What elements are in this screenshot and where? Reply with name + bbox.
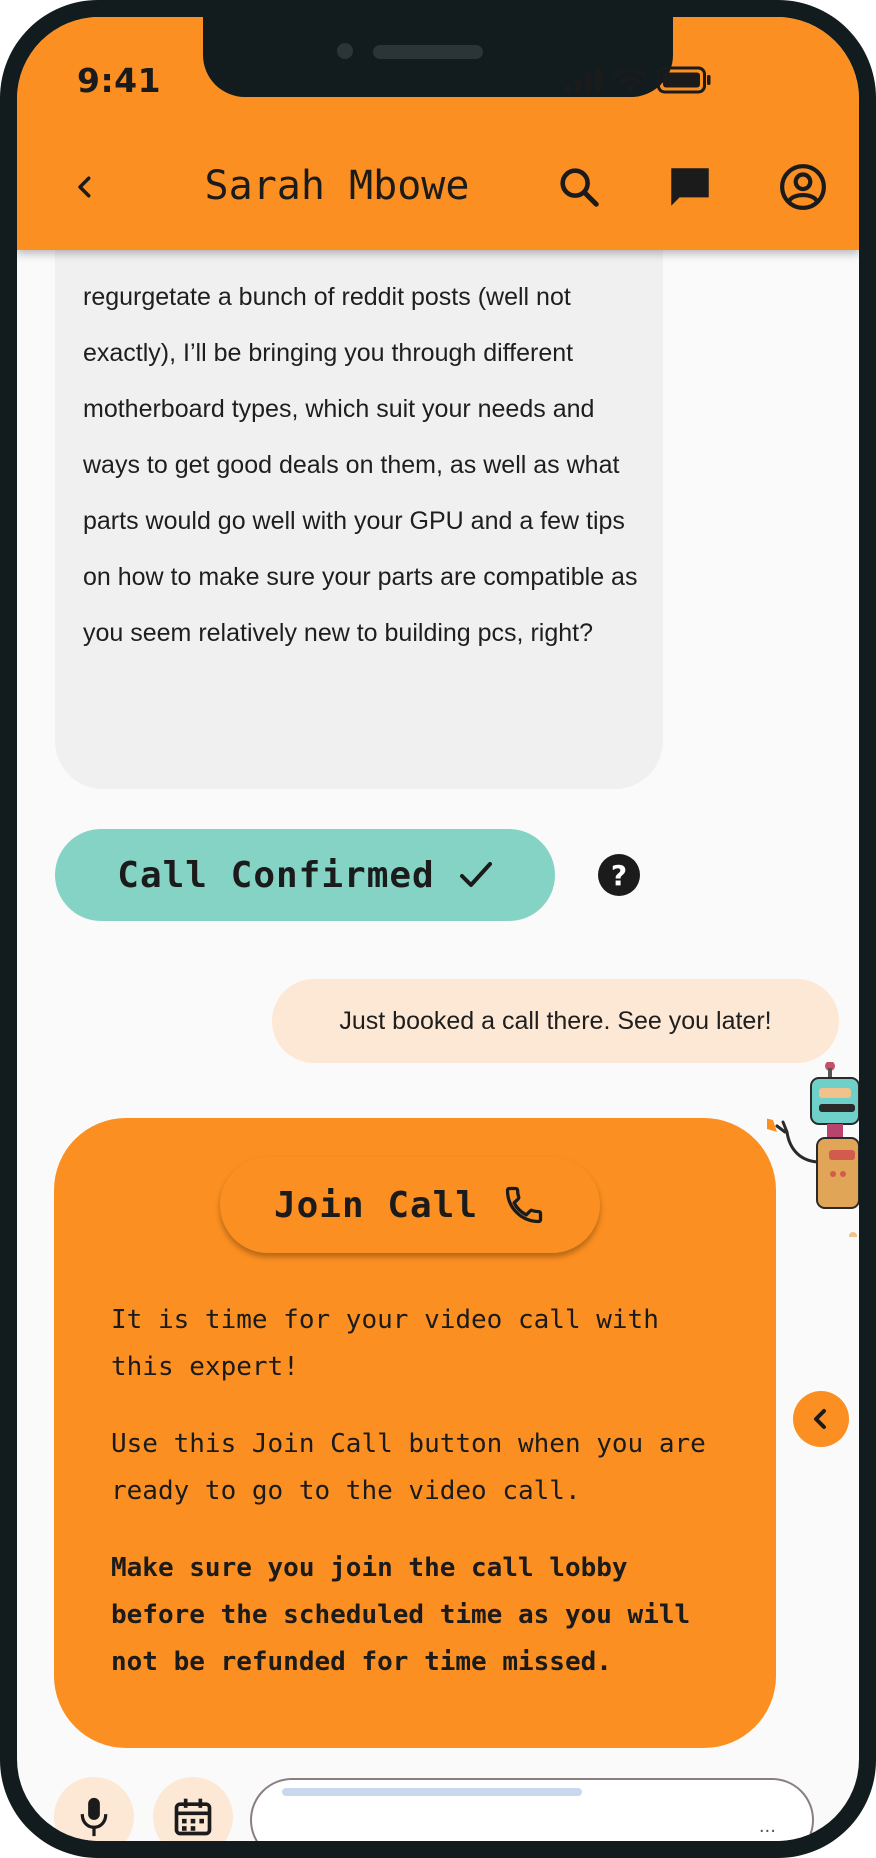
account-circle-icon	[780, 164, 826, 210]
speaker-grille	[373, 45, 483, 59]
message-input[interactable]: ...	[250, 1778, 814, 1841]
svg-text:?: ?	[611, 859, 627, 892]
front-camera	[337, 43, 353, 59]
screen: regurgetate a bunch of reddit posts (wel…	[17, 17, 859, 1841]
side-panel-toggle[interactable]	[793, 1391, 849, 1447]
search-icon	[560, 168, 599, 207]
chevron-left-icon	[814, 1409, 826, 1429]
phone-icon	[505, 1186, 543, 1224]
robot-illustration	[767, 1062, 859, 1237]
status-time: 9:41	[77, 61, 162, 100]
call-card-paragraph-3: Make sure you join the call lobby before…	[111, 1553, 691, 1677]
chat-bubble-icon	[671, 168, 709, 206]
chevron-left-icon	[78, 176, 91, 198]
app-header: 9:41 Sarah Mbowe	[17, 17, 859, 250]
profile-button[interactable]	[773, 157, 833, 217]
calendar-icon	[174, 1798, 212, 1836]
help-icon[interactable]: ?	[597, 853, 641, 897]
battery-icon	[657, 66, 711, 94]
phone-frame: regurgetate a bunch of reddit posts (wel…	[0, 0, 876, 1858]
call-confirmed-badge: Call Confirmed	[55, 829, 555, 921]
outgoing-message-bubble: Just booked a call there. See you later!	[272, 979, 839, 1063]
join-call-button[interactable]: Join Call	[220, 1157, 600, 1253]
join-call-label: Join Call	[273, 1184, 479, 1226]
contact-name-title: Sarah Mbowe	[204, 163, 470, 209]
status-icons	[565, 65, 711, 95]
call-confirmed-label: Call Confirmed	[117, 854, 435, 896]
microphone-button[interactable]	[54, 1777, 134, 1841]
call-card-paragraph-1: It is time for your video call with this…	[111, 1305, 659, 1382]
incoming-message-text: regurgetate a bunch of reddit posts (wel…	[83, 283, 638, 647]
chat-button[interactable]	[660, 157, 720, 217]
input-focus-bar	[282, 1788, 582, 1796]
microphone-icon	[80, 1797, 108, 1837]
calendar-button[interactable]	[153, 1777, 233, 1841]
more-indicator: ...	[758, 1816, 776, 1837]
signal-icon	[565, 67, 601, 93]
back-button[interactable]	[55, 157, 115, 217]
search-button[interactable]	[549, 157, 609, 217]
outgoing-message-text: Just booked a call there. See you later!	[339, 1006, 772, 1035]
wifi-icon	[613, 68, 647, 93]
call-card-paragraph-2: Use this Join Call button when you are r…	[111, 1429, 706, 1506]
checkmark-icon	[459, 862, 492, 887]
